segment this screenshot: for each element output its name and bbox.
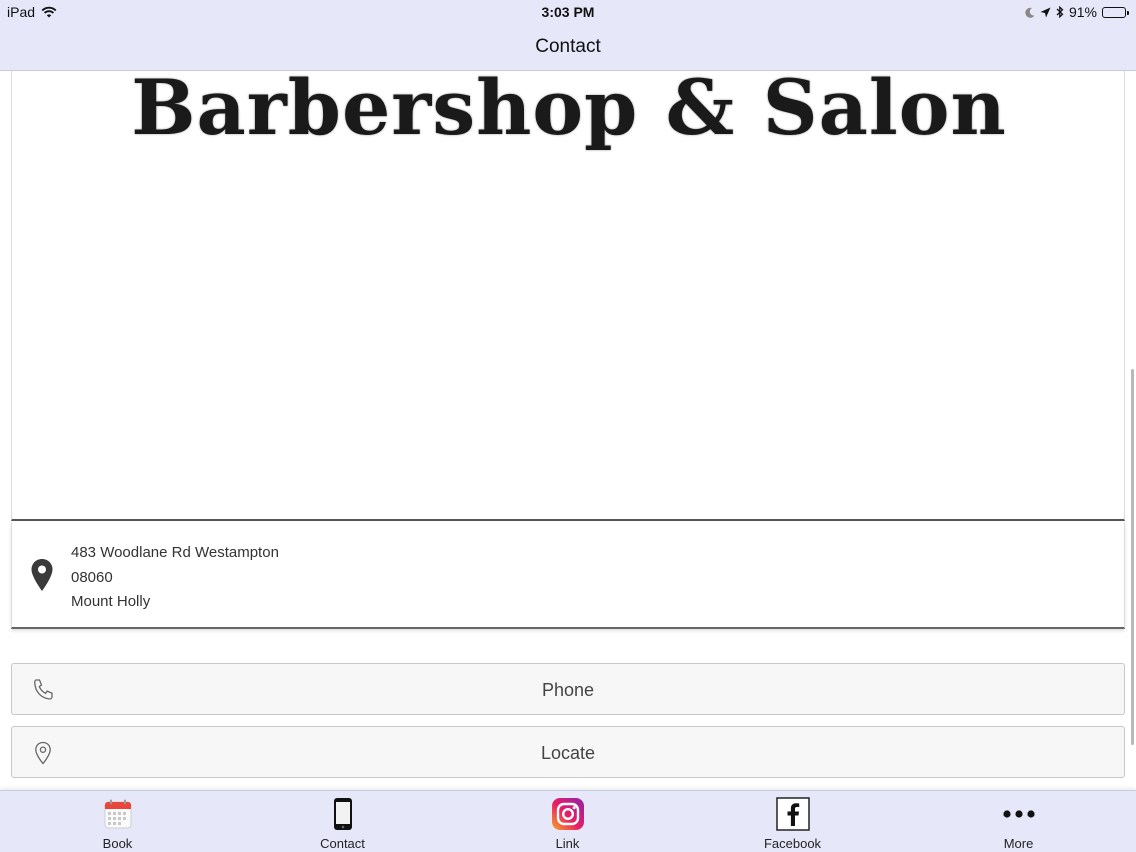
tab-book[interactable]: Book bbox=[4, 791, 231, 852]
tab-facebook-label: Facebook bbox=[763, 836, 822, 851]
tab-more-label: More bbox=[1003, 836, 1034, 851]
scrollbar[interactable] bbox=[1131, 369, 1134, 745]
phone-button-label: Phone bbox=[541, 680, 595, 700]
instagram-icon bbox=[551, 797, 585, 831]
battery-icon bbox=[1102, 6, 1129, 18]
more-dots-icon bbox=[1002, 797, 1036, 831]
calendar-icon bbox=[101, 797, 135, 831]
battery-percent: 91% bbox=[1068, 4, 1097, 20]
status-bar: iPad 3:03 PM 91% bbox=[0, 0, 1136, 24]
tab-contact-label: Contact bbox=[320, 836, 365, 851]
navigation-bar: Contact bbox=[0, 24, 1136, 71]
locate-button[interactable]: Locate bbox=[11, 726, 1125, 778]
tab-book-label: Book bbox=[102, 836, 133, 851]
phone-device-icon bbox=[326, 797, 360, 831]
address-city: Mount Holly bbox=[71, 593, 151, 610]
address-card: 483 Woodlane Rd Westampton 08060 Mount H… bbox=[11, 522, 1125, 629]
status-right: 91% bbox=[1025, 4, 1129, 20]
locate-button-label: Locate bbox=[540, 743, 596, 763]
tab-contact[interactable]: Contact bbox=[229, 791, 456, 852]
business-logo-text: Barbershop & Salon bbox=[131, 71, 1007, 152]
address-text: 483 Woodlane Rd Westampton 08060 Mount H… bbox=[71, 541, 279, 615]
logo-card: Barbershop & Salon bbox=[11, 71, 1125, 521]
tab-more[interactable]: More bbox=[905, 791, 1132, 852]
tab-facebook[interactable]: Facebook bbox=[679, 791, 906, 852]
tab-link[interactable]: Link bbox=[454, 791, 681, 852]
content-scroll-area[interactable]: Barbershop & Salon 483 Woodlane Rd Westa… bbox=[0, 71, 1136, 790]
bluetooth-icon bbox=[1056, 6, 1064, 18]
moon-icon bbox=[1025, 7, 1035, 18]
facebook-icon bbox=[775, 797, 810, 831]
address-zip: 08060 bbox=[71, 568, 113, 586]
page-title: Contact bbox=[535, 36, 601, 57]
tab-bar: Book Contact Link Facebook More bbox=[0, 790, 1136, 852]
location-arrow-icon bbox=[1040, 7, 1051, 17]
tab-link-label: Link bbox=[555, 836, 580, 851]
map-pin-icon bbox=[31, 559, 53, 591]
address-street: 483 Woodlane Rd Westampton bbox=[71, 544, 279, 561]
phone-button[interactable]: Phone bbox=[11, 663, 1125, 715]
status-time: 3:03 PM bbox=[541, 4, 595, 20]
